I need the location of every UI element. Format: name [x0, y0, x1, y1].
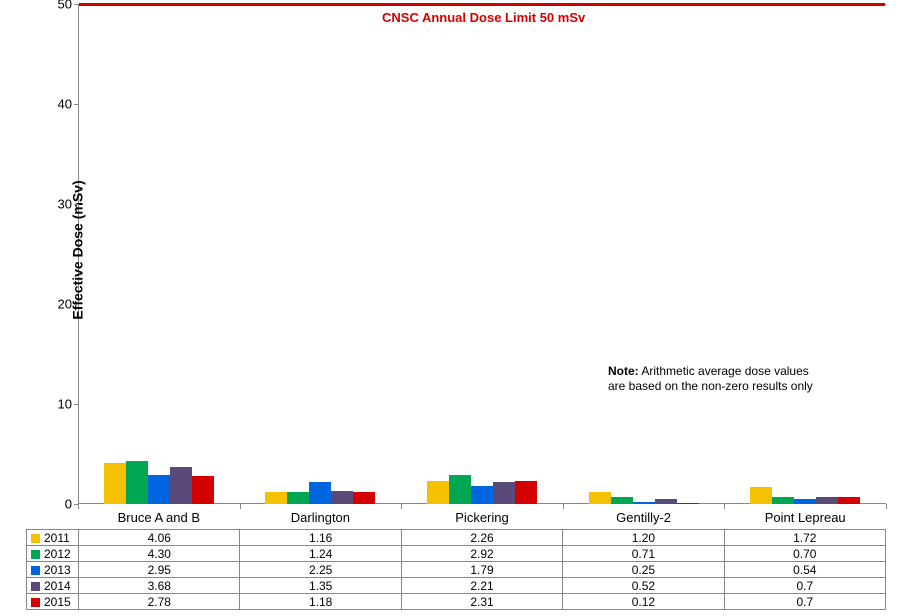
value-cell: 2.26 — [401, 530, 562, 546]
category-label: Gentilly-2 — [616, 510, 671, 525]
table-row: 2014 3.681.352.210.520.7 — [27, 578, 886, 594]
y-tick-label: 20 — [58, 297, 72, 312]
data-table: 2011 4.061.162.261.201.72 2012 4.301.242.92… — [26, 529, 886, 610]
y-tick-label: 40 — [58, 97, 72, 112]
year-label: 2013 — [44, 563, 71, 577]
value-cell: 3.68 — [79, 578, 240, 594]
bar-2011-1 — [265, 492, 287, 504]
legend-swatch — [31, 534, 40, 543]
bar-2013-1 — [309, 482, 331, 505]
value-cell: 0.7 — [724, 594, 885, 610]
bar-2014-4 — [816, 497, 838, 504]
value-cell: 1.18 — [240, 594, 401, 610]
bar-2011-3 — [589, 492, 611, 504]
category-label: Pickering — [455, 510, 508, 525]
bar-2015-0 — [192, 476, 214, 504]
category-label: Point Lepreau — [765, 510, 846, 525]
value-cell: 2.95 — [79, 562, 240, 578]
bar-2015-1 — [353, 492, 375, 504]
y-tick-label: 50 — [58, 0, 72, 12]
bar-2013-3 — [633, 502, 655, 505]
year-label: 2014 — [44, 579, 71, 593]
bar-2015-3 — [677, 503, 699, 504]
y-tick-label: 30 — [58, 197, 72, 212]
value-cell: 1.20 — [563, 530, 724, 546]
bar-2011-4 — [750, 487, 772, 504]
x-tick — [78, 504, 79, 509]
x-tick — [563, 504, 564, 509]
bar-2013-2 — [471, 486, 493, 504]
table-row: 2015 2.781.182.310.120.7 — [27, 594, 886, 610]
bar-2014-3 — [655, 499, 677, 504]
value-cell: 1.24 — [240, 546, 401, 562]
category-label: Darlington — [291, 510, 350, 525]
year-cell: 2015 — [27, 594, 79, 610]
y-tick-label: 0 — [65, 497, 72, 512]
year-label: 2015 — [44, 595, 71, 609]
value-cell: 0.25 — [563, 562, 724, 578]
x-tick — [240, 504, 241, 509]
bar-2013-4 — [794, 499, 816, 504]
y-tick-label: 10 — [58, 397, 72, 412]
year-cell: 2013 — [27, 562, 79, 578]
bar-2012-1 — [287, 492, 309, 504]
category-label: Bruce A and B — [118, 510, 200, 525]
bar-2012-0 — [126, 461, 148, 504]
value-cell: 2.92 — [401, 546, 562, 562]
bar-2013-0 — [148, 475, 170, 505]
value-cell: 2.78 — [79, 594, 240, 610]
value-cell: 4.30 — [79, 546, 240, 562]
x-tick — [886, 504, 887, 509]
value-cell: 4.06 — [79, 530, 240, 546]
bar-2014-2 — [493, 482, 515, 504]
value-cell: 0.7 — [724, 578, 885, 594]
legend-swatch — [31, 582, 40, 591]
value-cell: 0.52 — [563, 578, 724, 594]
value-cell: 1.79 — [401, 562, 562, 578]
value-cell: 2.21 — [401, 578, 562, 594]
year-cell: 2011 — [27, 530, 79, 546]
legend-swatch — [31, 598, 40, 607]
bar-2015-4 — [838, 497, 860, 504]
plot-area — [78, 4, 886, 504]
bar-2014-1 — [331, 491, 353, 505]
value-cell: 0.54 — [724, 562, 885, 578]
year-label: 2011 — [44, 531, 70, 545]
bar-2012-4 — [772, 497, 794, 504]
bar-2015-2 — [515, 481, 537, 504]
table-row: 2013 2.952.251.790.250.54 — [27, 562, 886, 578]
value-cell: 2.31 — [401, 594, 562, 610]
value-cell: 0.70 — [724, 546, 885, 562]
bar-2011-0 — [104, 463, 126, 504]
value-cell: 1.35 — [240, 578, 401, 594]
table-row: 2012 4.301.242.920.710.70 — [27, 546, 886, 562]
value-cell: 1.72 — [724, 530, 885, 546]
value-cell: 2.25 — [240, 562, 401, 578]
bar-2011-2 — [427, 481, 449, 504]
value-cell: 0.71 — [563, 546, 724, 562]
bar-2014-0 — [170, 467, 192, 504]
table-row: 2011 4.061.162.261.201.72 — [27, 530, 886, 546]
legend-swatch — [31, 550, 40, 559]
bar-2012-3 — [611, 497, 633, 504]
value-cell: 0.12 — [563, 594, 724, 610]
legend-swatch — [31, 566, 40, 575]
year-cell: 2014 — [27, 578, 79, 594]
value-cell: 1.16 — [240, 530, 401, 546]
x-tick — [401, 504, 402, 509]
bar-2012-2 — [449, 475, 471, 504]
x-tick — [724, 504, 725, 509]
year-label: 2012 — [44, 547, 71, 561]
year-cell: 2012 — [27, 546, 79, 562]
